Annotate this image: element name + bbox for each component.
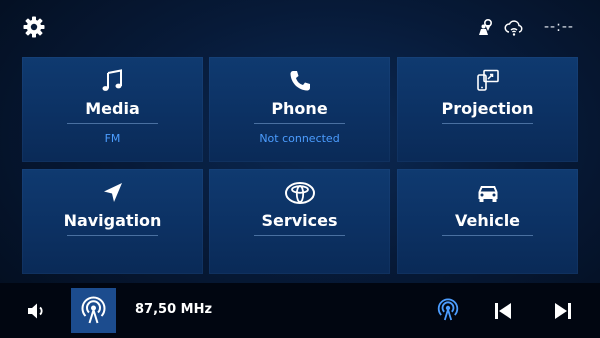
screen: --:-- Media FM Phone Not connected Proje…: [0, 0, 600, 338]
frequency-label: 87,50 MHz: [135, 302, 213, 317]
volume-icon[interactable]: [26, 300, 48, 322]
person-location-icon: [476, 18, 496, 38]
tile-vehicle[interactable]: Vehicle: [397, 169, 578, 274]
tile-media[interactable]: Media FM: [22, 57, 203, 162]
tile-navigation[interactable]: Navigation: [22, 169, 203, 274]
next-track-icon[interactable]: [552, 300, 574, 322]
toyota-logo-icon: [284, 180, 316, 206]
tile-services[interactable]: Services: [209, 169, 390, 274]
tile-label: Services: [261, 211, 338, 230]
tile-label: Phone: [271, 99, 328, 118]
previous-track-icon[interactable]: [492, 300, 514, 322]
projection-icon: [475, 68, 501, 94]
phone-icon: [287, 68, 313, 94]
radio-antenna-icon: [81, 296, 106, 324]
tile-divider: [67, 235, 158, 236]
music-note-icon: [100, 68, 126, 94]
tile-label: Vehicle: [454, 211, 521, 230]
tile-divider: [442, 235, 533, 236]
tile-divider: [67, 123, 158, 124]
tile-status: Not connected: [259, 132, 340, 145]
car-icon: [475, 180, 501, 206]
cloud-wifi-icon: [504, 18, 524, 38]
status-icons: [476, 17, 524, 39]
player-bar: 87,50 MHz: [0, 283, 600, 338]
radio-source-button[interactable]: [71, 288, 116, 333]
tile-label: Projection: [441, 99, 534, 118]
tile-phone[interactable]: Phone Not connected: [209, 57, 390, 162]
tile-status: FM: [104, 132, 121, 145]
source-antenna-icon[interactable]: [436, 298, 460, 322]
top-bar: --:--: [0, 0, 600, 56]
tile-divider: [254, 235, 345, 236]
tile-projection[interactable]: Projection: [397, 57, 578, 162]
tile-label: Media: [85, 99, 140, 118]
clock: --:--: [544, 19, 574, 35]
navigation-arrow-icon: [100, 180, 126, 206]
tile-label: Navigation: [63, 211, 162, 230]
tile-grid: Media FM Phone Not connected Projection …: [22, 57, 578, 275]
tile-divider: [254, 123, 345, 124]
tile-divider: [442, 123, 533, 124]
gear-icon[interactable]: [22, 15, 46, 39]
